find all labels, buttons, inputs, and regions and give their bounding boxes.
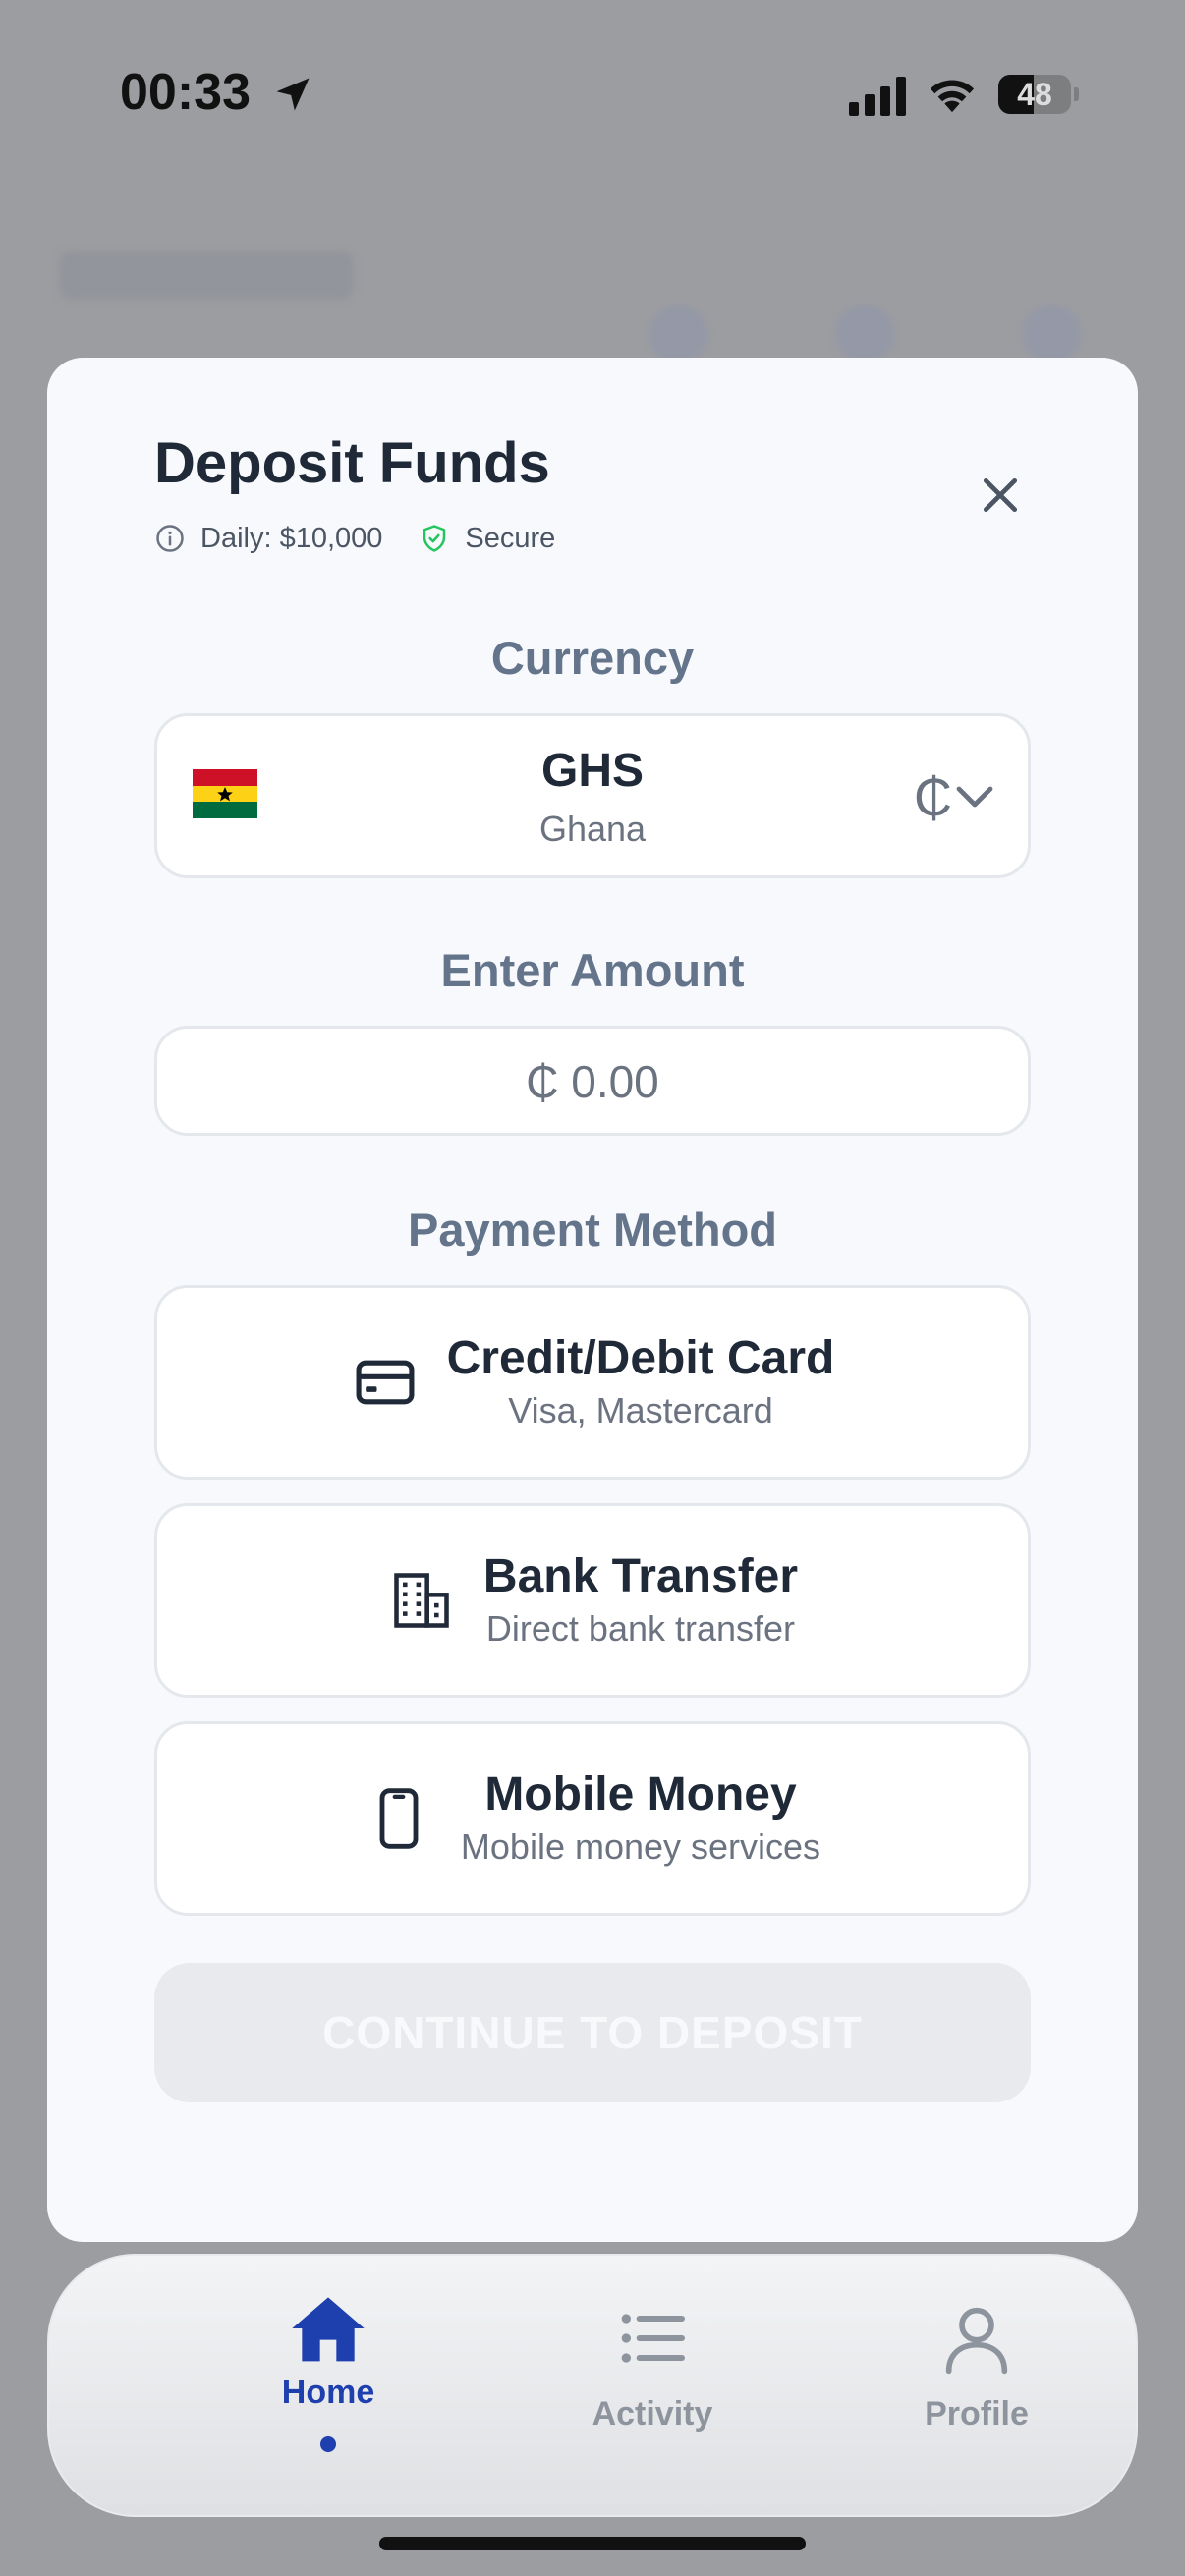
payment-option-bank[interactable]: Bank Transfer Direct bank transfer	[154, 1503, 1031, 1698]
modal-meta: Daily: $10,000 Secure	[155, 519, 555, 558]
payment-method-label: Payment Method	[407, 1204, 778, 1256]
building-icon	[394, 1573, 449, 1628]
payment-option-subtitle: Visa, Mastercard	[508, 1390, 773, 1430]
currency-selector[interactable]: GHS Ghana ₵	[154, 713, 1031, 878]
shield-check-icon	[423, 525, 446, 552]
tab-label: Home	[281, 2374, 375, 2411]
payment-option-title: Bank Transfer	[482, 1550, 799, 1602]
amount-label: Enter Amount	[440, 944, 745, 996]
tab-profile[interactable]: Profile	[869, 2299, 1085, 2486]
home-icon	[292, 2297, 365, 2362]
amount-placeholder: ₵ 0.00	[526, 1056, 659, 1107]
currency-code: GHS	[540, 745, 644, 797]
payment-option-subtitle: Direct bank transfer	[485, 1608, 796, 1649]
close-button[interactable]	[961, 456, 1040, 534]
info-icon	[156, 525, 184, 552]
cellular-signal-icon	[849, 77, 906, 116]
payment-option-title: Credit/Debit Card	[446, 1332, 835, 1384]
tab-label: Profile	[925, 2395, 1029, 2433]
currency-symbol: ₵	[914, 768, 952, 827]
tab-label: Activity	[592, 2395, 713, 2433]
deposit-modal: Deposit Funds Daily: $10,000 Secure Curr…	[47, 358, 1138, 2242]
background-content	[649, 305, 707, 364]
location-arrow-icon	[276, 78, 310, 111]
status-bar: 00:33 48	[0, 0, 1185, 196]
payment-option-title: Mobile Money	[484, 1768, 797, 1820]
credit-card-icon	[356, 1360, 415, 1405]
status-time: 00:33	[120, 64, 251, 121]
battery-percent: 48	[1017, 77, 1052, 112]
currency-country: Ghana	[538, 809, 647, 849]
background-content	[59, 251, 354, 300]
bottom-tab-bar: Home Activity Profile	[47, 2254, 1138, 2517]
tab-activity[interactable]: Activity	[544, 2299, 761, 2486]
secure-label: Secure	[465, 522, 556, 554]
payment-option-mobile-money[interactable]: Mobile Money Mobile money services	[154, 1721, 1031, 1916]
user-icon	[945, 2307, 1008, 2375]
chevron-down-icon	[956, 786, 993, 808]
daily-limit-text: Daily: $10,000	[200, 522, 383, 554]
list-icon	[621, 2314, 685, 2363]
modal-title: Deposit Funds	[154, 431, 550, 495]
payment-option-subtitle: Mobile money services	[460, 1826, 821, 1867]
background-content	[835, 305, 894, 364]
continue-to-deposit-button[interactable]: CONTINUE TO DEPOSIT	[154, 1963, 1031, 2102]
currency-label: Currency	[490, 632, 695, 684]
wifi-icon	[930, 80, 975, 113]
mobile-phone-icon	[379, 1788, 419, 1849]
background-content	[1022, 305, 1081, 364]
close-icon	[983, 477, 1018, 513]
home-indicator	[379, 2537, 806, 2550]
battery-icon: 48	[998, 75, 1079, 116]
amount-input[interactable]: ₵ 0.00	[154, 1026, 1031, 1136]
payment-option-card[interactable]: Credit/Debit Card Visa, Mastercard	[154, 1285, 1031, 1480]
tab-home[interactable]: Home	[220, 2297, 436, 2486]
active-tab-indicator	[320, 2436, 336, 2452]
